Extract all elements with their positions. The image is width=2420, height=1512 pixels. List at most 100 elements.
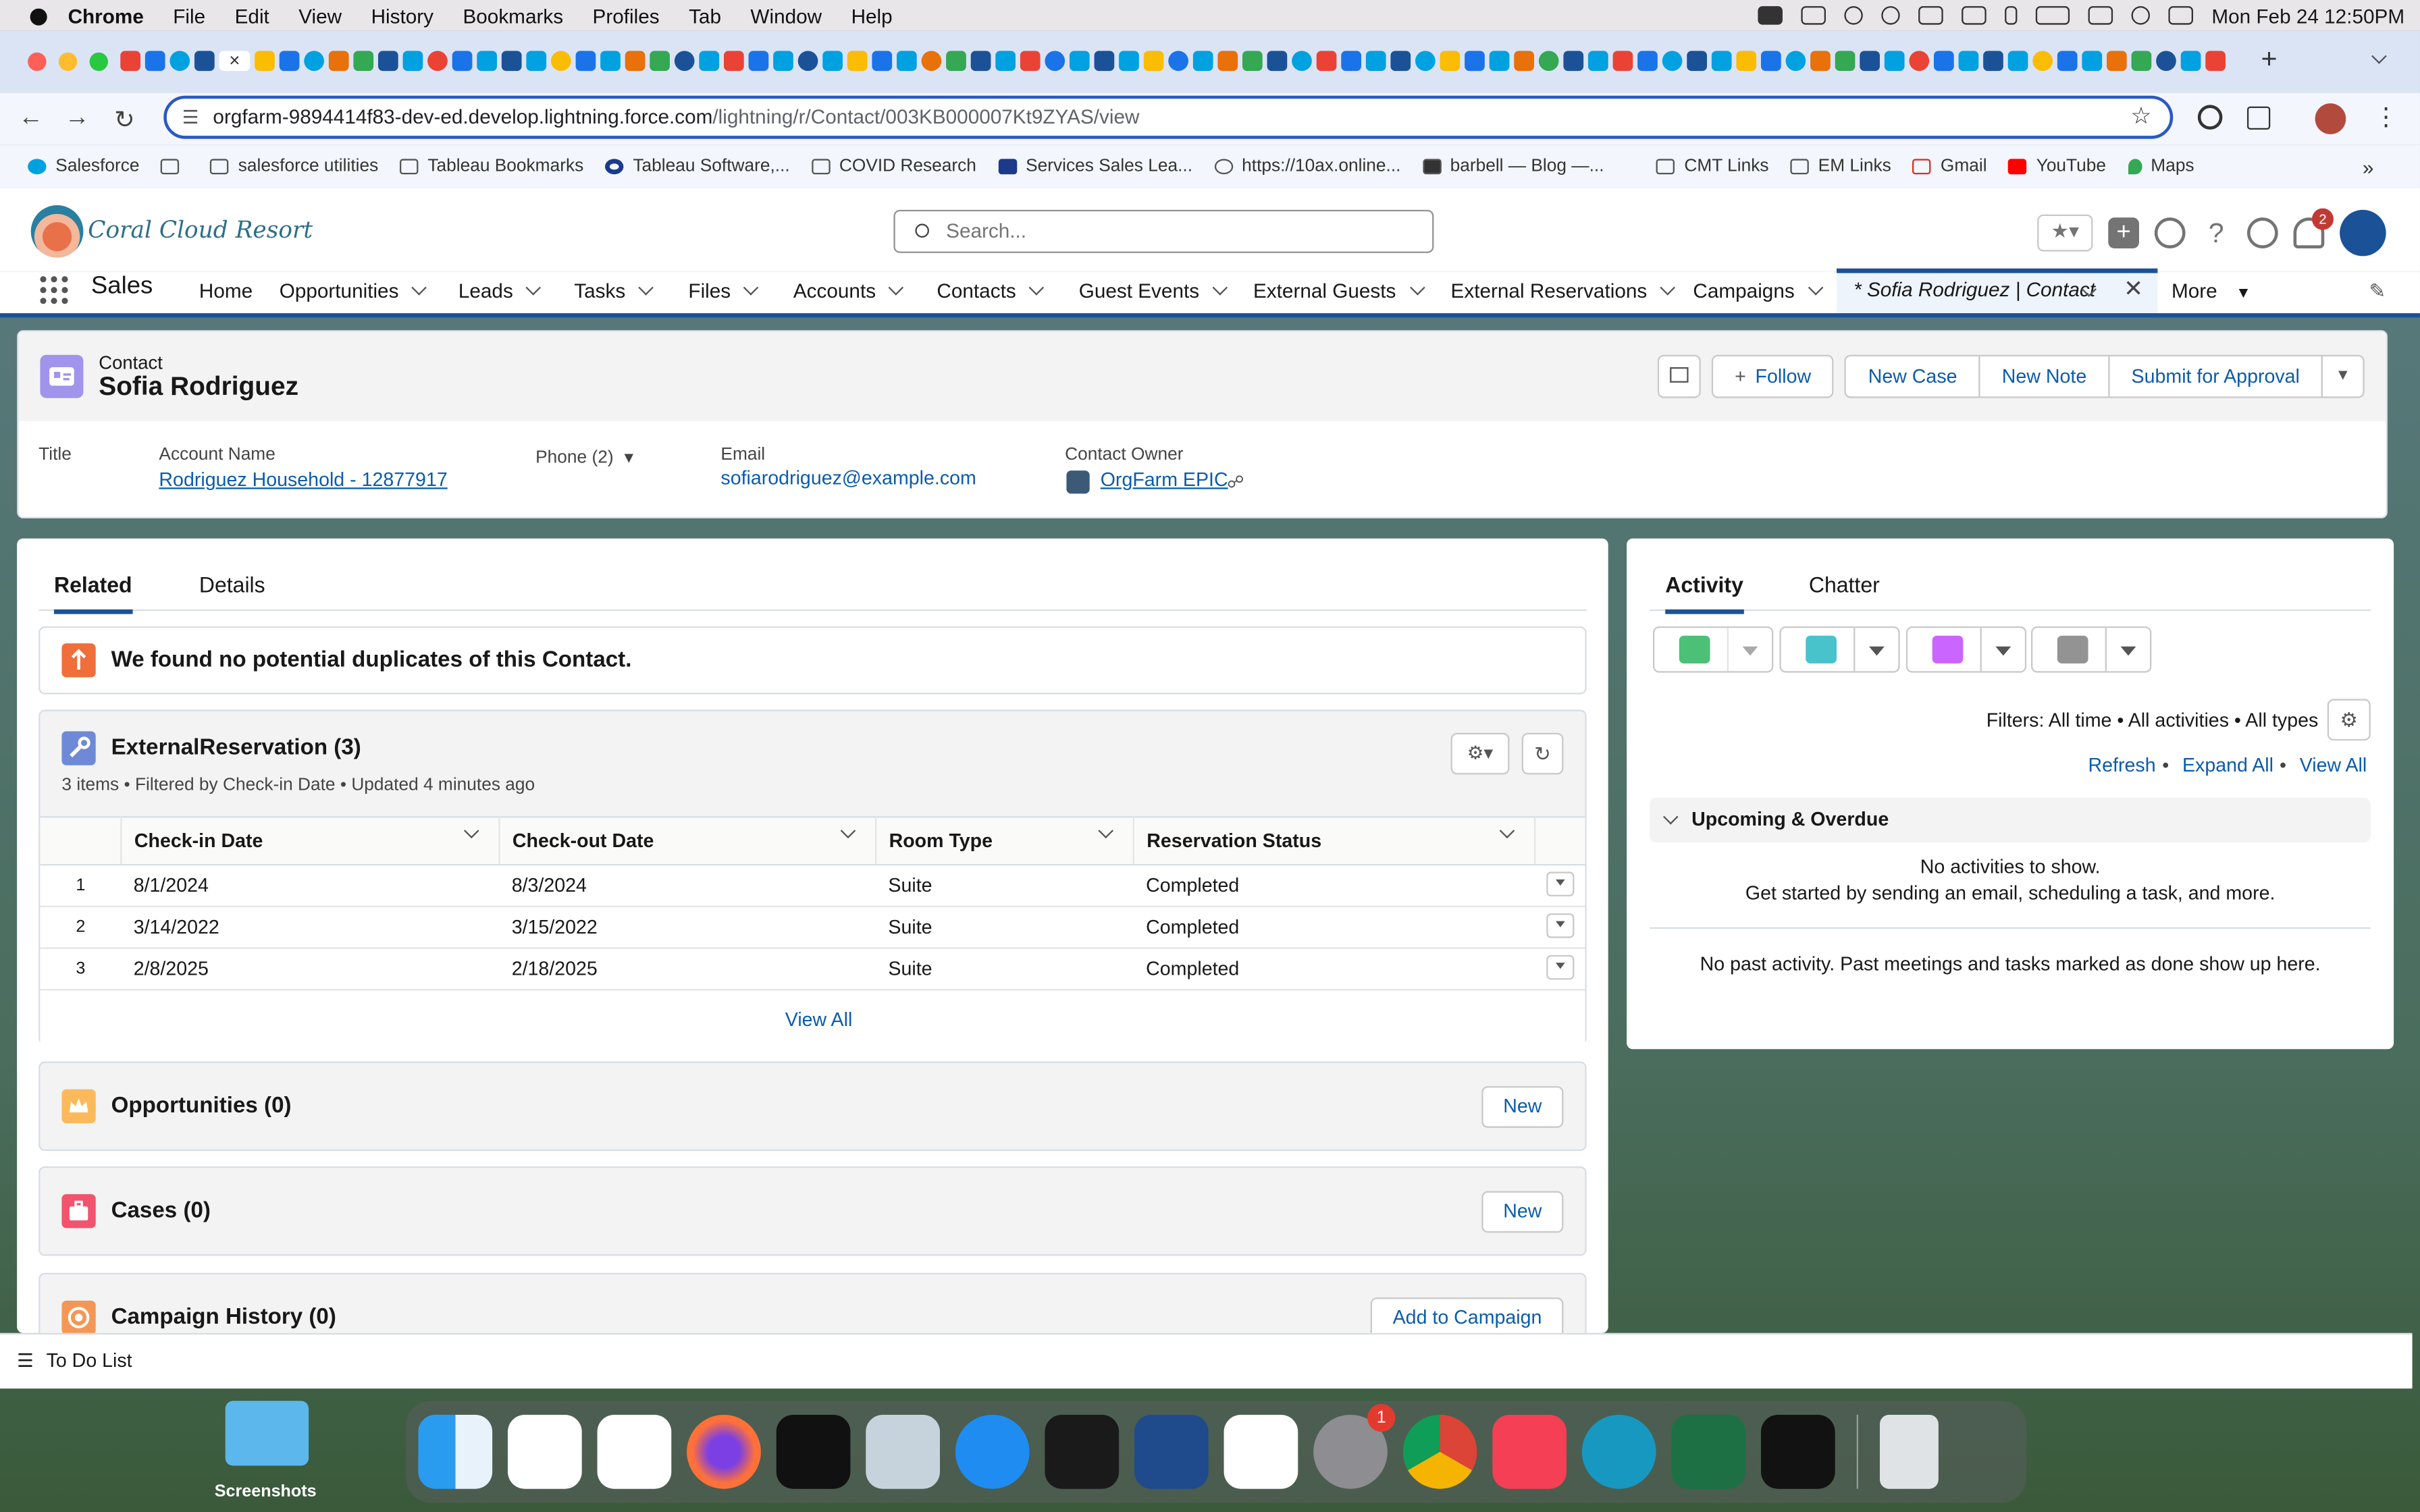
tab-favicon-icon[interactable] <box>255 51 275 72</box>
tab-favicon-icon[interactable] <box>1217 51 1238 72</box>
tab-favicon-icon[interactable] <box>847 51 868 72</box>
row-menu-button[interactable] <box>1546 954 1574 979</box>
bookmark-apps[interactable] <box>161 159 188 175</box>
menu-bookmarks[interactable]: Bookmarks <box>463 4 563 27</box>
tab-favicon-icon[interactable] <box>674 51 695 72</box>
chevron-down-icon[interactable] <box>1499 823 1515 839</box>
list-settings-button[interactable]: ⚙▾ <box>1450 732 1510 775</box>
chevron-down-icon[interactable] <box>1212 279 1228 296</box>
chevron-down-icon[interactable] <box>1660 279 1676 296</box>
tab-favicon-icon[interactable] <box>120 51 140 72</box>
wifi-icon[interactable] <box>2088 6 2113 25</box>
menu-edit[interactable]: Edit <box>235 4 269 27</box>
tab-favicon-icon[interactable] <box>748 51 769 72</box>
tab-favicon-icon[interactable] <box>1045 51 1066 72</box>
tab-favicon-icon[interactable] <box>1316 51 1337 72</box>
tab-favicon-icon[interactable] <box>699 51 720 72</box>
chevron-down-icon[interactable] <box>743 279 760 296</box>
tab-favicon-icon[interactable] <box>169 51 190 72</box>
zoom-window-button[interactable] <box>89 52 108 72</box>
gear-status-icon[interactable] <box>1881 6 1900 25</box>
chevron-down-icon[interactable] <box>526 279 542 296</box>
back-icon[interactable]: ← <box>18 105 43 132</box>
tableau-prep-icon[interactable] <box>1224 1414 1298 1489</box>
bookmark-maps[interactable]: Maps <box>2128 157 2194 176</box>
bookmark-services[interactable]: Services Sales Lea... <box>997 157 1192 176</box>
tab-favicon-icon[interactable] <box>1983 51 2003 72</box>
tab-favicon-icon[interactable] <box>2180 51 2201 72</box>
bookmark-cmt[interactable]: CMT Links <box>1656 157 1769 176</box>
change-owner-icon[interactable]: ☍ <box>1227 472 1244 492</box>
nav-accounts[interactable]: Accounts <box>793 279 905 302</box>
bookmark-youtube[interactable]: YouTube <box>2008 157 2106 176</box>
notifications-bell-icon[interactable]: 2 <box>2293 208 2334 248</box>
finder-icon[interactable] <box>418 1414 493 1489</box>
nav-tasks[interactable]: Tasks <box>574 279 654 302</box>
refresh-link[interactable]: Refresh <box>2088 755 2156 776</box>
tab-favicon-icon[interactable] <box>896 51 917 72</box>
help-icon[interactable]: ? <box>2201 217 2232 248</box>
control-center-icon[interactable] <box>2168 6 2193 25</box>
system-settings-icon[interactable]: 1 <box>1313 1403 1396 1489</box>
extension-icon[interactable] <box>2197 105 2223 130</box>
reservations-title[interactable]: ExternalReservation (3) <box>111 736 361 761</box>
google-drive-icon[interactable] <box>597 1414 672 1489</box>
cloud-icon[interactable] <box>1801 6 1826 25</box>
tab-favicon-icon[interactable] <box>1341 51 1361 72</box>
tab-favicon-icon[interactable] <box>797 51 818 72</box>
tab-favicon-icon[interactable] <box>1292 51 1312 72</box>
view-all-activity-link[interactable]: View All <box>2300 755 2367 776</box>
chevron-down-icon[interactable] <box>840 823 856 839</box>
menu-file[interactable]: File <box>173 4 205 27</box>
new-event-button[interactable] <box>1905 626 2027 673</box>
tab-favicon-icon[interactable] <box>723 51 744 72</box>
preview-icon[interactable] <box>866 1414 940 1489</box>
task-dropdown[interactable] <box>1727 628 1772 672</box>
bookmark-10ax[interactable]: https://10ax.online... <box>1214 157 1400 176</box>
tab-favicon-icon[interactable] <box>1687 51 1707 72</box>
chevron-down-icon[interactable] <box>1409 279 1425 296</box>
reload-icon[interactable]: ↻ <box>114 105 135 136</box>
phone-field-label[interactable]: Phone (2) ▼ <box>535 449 637 467</box>
safari-icon[interactable] <box>955 1414 1030 1489</box>
tab-details[interactable]: Details <box>199 572 265 597</box>
battery-icon[interactable] <box>2035 6 2070 25</box>
follow-button[interactable]: + Follow <box>1711 354 1835 398</box>
salesforce-icon[interactable] <box>1581 1414 1656 1489</box>
todo-list-button[interactable]: To Do List <box>47 1350 132 1372</box>
menu-help[interactable]: Help <box>851 4 893 27</box>
tab-favicon-icon[interactable] <box>1242 51 1263 72</box>
chevron-down-icon[interactable] <box>638 279 654 296</box>
tab-favicon-icon[interactable] <box>625 51 646 72</box>
new-tab-icon[interactable]: + <box>2261 43 2278 76</box>
tab-favicon-icon[interactable] <box>402 51 423 72</box>
key-icon[interactable] <box>1918 6 1943 25</box>
tab-related[interactable]: Related <box>53 572 132 614</box>
tab-favicon-icon[interactable] <box>600 51 621 72</box>
upcoming-overdue-section[interactable]: Upcoming & Overdue <box>1650 797 2371 842</box>
tab-activity[interactable]: Activity <box>1665 572 1743 614</box>
tab-favicon-icon[interactable] <box>452 51 473 72</box>
chrome-menu-icon[interactable]: ⋮ <box>2373 102 2398 133</box>
chevron-down-icon[interactable] <box>889 279 905 296</box>
menu-history[interactable]: History <box>371 4 433 27</box>
clock[interactable]: Mon Feb 24 12:50PM <box>2211 4 2404 27</box>
nav-more[interactable]: More ▼ <box>2172 279 2251 302</box>
col-roomtype[interactable]: Room Type <box>876 816 1134 866</box>
tab-sofia-rodriguez[interactable]: * Sofia Rodriguez | Contact ✕ <box>1836 268 2158 313</box>
chevron-down-icon[interactable] <box>1808 279 1823 296</box>
tab-favicon-icon[interactable] <box>2032 51 2053 72</box>
tab-favicon-icon[interactable] <box>1415 51 1436 72</box>
terminal-icon[interactable] <box>1045 1414 1120 1489</box>
tab-favicon-icon[interactable] <box>1119 51 1139 72</box>
puzzle-icon[interactable] <box>2246 106 2271 130</box>
address-bar[interactable]: ☰ orgfarm-9894414f83-dev-ed.develop.ligh… <box>163 95 2174 139</box>
cases-title[interactable]: Cases (0) <box>111 1199 211 1224</box>
nav-guest-events[interactable]: Guest Events <box>1079 279 1228 302</box>
tab-favicon-icon[interactable] <box>1020 51 1041 72</box>
favorites-star-icon[interactable]: ★▾ <box>2037 214 2093 252</box>
tab-favicon-icon[interactable] <box>1465 51 1485 72</box>
col-status[interactable]: Reservation Status <box>1133 816 1536 866</box>
tab-favicon-icon[interactable] <box>2007 51 2028 72</box>
tab-favicon-icon[interactable] <box>2106 51 2127 72</box>
